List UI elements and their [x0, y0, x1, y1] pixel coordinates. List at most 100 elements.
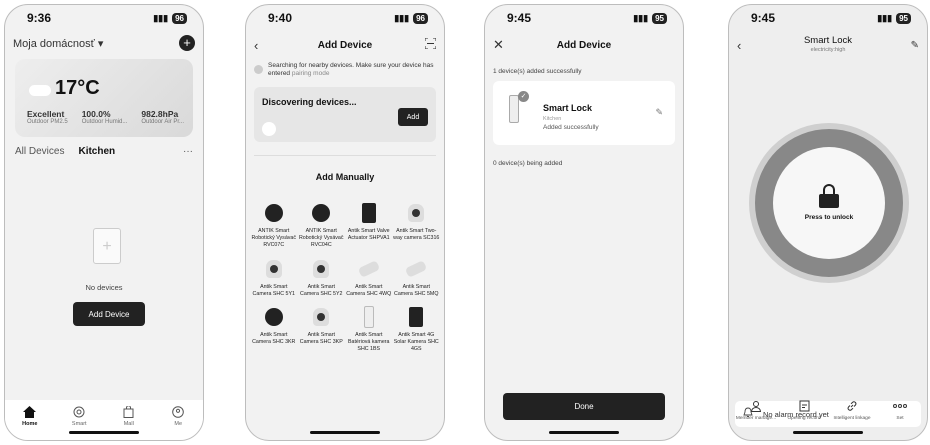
- device-type-label: ANTIK Smart Robotický Vysávač RVC07C: [251, 228, 297, 248]
- tab-kitchen[interactable]: Kitchen: [78, 146, 115, 157]
- home-indicator: [793, 431, 863, 434]
- device-type-item[interactable]: Antik Smart Camera SHC 3KR: [250, 305, 298, 353]
- home-selector[interactable]: Moja domácnosť ▾: [13, 37, 103, 50]
- opening-record-button[interactable]: Opening record: [781, 398, 827, 432]
- pairing-mode-link[interactable]: pairing mode: [292, 70, 330, 77]
- divider: [254, 155, 436, 156]
- added-device-card[interactable]: ✓ Smart Lock Kitchen Added successfully …: [493, 81, 675, 145]
- device-image-icon: [262, 305, 286, 329]
- tab-smart[interactable]: Smart: [61, 405, 97, 440]
- device-name: Smart Lock: [543, 103, 593, 113]
- signal-icon: ▮▮▮: [153, 12, 169, 23]
- link-icon: [846, 398, 858, 414]
- success-message: 1 device(s) added successfully: [493, 68, 582, 75]
- tab-label: Smart: [71, 421, 87, 427]
- device-type-item[interactable]: Antik Smart Camera SHC 5Y2: [298, 257, 346, 298]
- device-image-icon: [404, 201, 428, 225]
- status-bar: 9:45 ▮▮▮ 95: [485, 5, 683, 31]
- device-image-icon: [309, 305, 333, 329]
- close-icon[interactable]: ✕: [493, 37, 504, 53]
- device-type-label: Antik Smart Camera SHC 3KR: [252, 332, 296, 346]
- status-bar: 9:40 ▮▮▮ 96: [246, 5, 444, 31]
- status-bar: 9:45 ▮▮▮ 95: [729, 5, 927, 31]
- stat-value: 982.8hPa: [141, 109, 179, 119]
- status-time: 9:36: [27, 11, 52, 25]
- device-type-label: Antik Smart Two-way camera SC316: [393, 228, 440, 241]
- unlock-label: Press to unlock: [804, 213, 854, 221]
- device-type-item[interactable]: Antik Smart Two-way camera SC316: [393, 201, 441, 249]
- status-icons: ▮▮▮ 96: [153, 12, 187, 24]
- device-type-label: Antik Smart Batériová kamera SHC 1BS: [347, 332, 390, 353]
- edit-icon[interactable]: ✎: [655, 107, 663, 118]
- device-type-item[interactable]: Antik Smart Camera SHC 5Y1: [250, 257, 298, 298]
- scan-icon[interactable]: [424, 36, 437, 54]
- discovering-title: Discovering devices...: [262, 97, 357, 107]
- add-plus-button[interactable]: +: [179, 35, 195, 51]
- discovered-device-icon: [262, 122, 276, 136]
- device-type-item[interactable]: Antik Smart Camera SHC 3KP: [298, 305, 346, 353]
- device-status: Added successfully: [543, 124, 599, 131]
- hint-text-wrap: Searching for nearby devices. Make sure …: [268, 62, 438, 78]
- smart-lock-icon: [509, 95, 519, 123]
- home-name-label: Moja domácnosť: [13, 37, 95, 50]
- device-type-item[interactable]: ANTIK Smart Robotický Vysávač RVC07C: [250, 201, 298, 249]
- status-icons: ▮▮▮ 95: [633, 12, 667, 24]
- weather-stat-humidity: 100.0% Outdoor Humid...: [82, 109, 128, 125]
- device-grid: ANTIK Smart Robotický Vysávač RVC07C ANTI…: [250, 201, 440, 353]
- device-image-icon: [262, 257, 286, 281]
- add-manually-title: Add Manually: [315, 172, 375, 182]
- status-time: 9:45: [751, 11, 776, 25]
- tab-home[interactable]: Home: [12, 405, 48, 440]
- signal-icon: ▮▮▮: [877, 12, 893, 23]
- function-label: Member manage...: [735, 416, 777, 421]
- status-icons: ▮▮▮ 96: [394, 12, 428, 24]
- device-image-icon: [309, 201, 333, 225]
- device-type-item[interactable]: Antik Smart Camera SHC 5MQ: [393, 257, 441, 298]
- check-icon: ✓: [518, 91, 529, 102]
- tab-all-devices[interactable]: All Devices: [15, 146, 64, 157]
- back-icon[interactable]: ‹: [254, 38, 258, 53]
- home-header: Moja domácnosť ▾ +: [13, 35, 195, 51]
- function-label: Opening record: [787, 416, 821, 421]
- device-image-icon: [404, 305, 428, 329]
- more-icon[interactable]: ···: [183, 146, 193, 157]
- unlock-button[interactable]: Press to unlock: [773, 147, 885, 259]
- phone-add-device-search: 9:40 ▮▮▮ 96 ‹ Add Device Searching for n…: [245, 4, 445, 441]
- add-discovered-button[interactable]: Add: [398, 108, 428, 126]
- device-type-item[interactable]: Antik Smart Batériová kamera SHC 1BS: [345, 305, 393, 353]
- device-type-label: Antik Smart Valve Actuator SHPVA1: [347, 228, 390, 241]
- device-room: Kitchen: [543, 116, 562, 122]
- loading-icon: [254, 65, 263, 74]
- tab-me[interactable]: Me: [160, 405, 196, 440]
- tab-mall[interactable]: Mall: [111, 405, 147, 440]
- bottom-tab-bar: Home Smart Mall Me: [5, 400, 203, 440]
- add-device-button[interactable]: Add Device: [73, 302, 145, 326]
- discovery-card: Discovering devices... Add: [254, 87, 436, 142]
- status-icons: ▮▮▮ 95: [877, 12, 911, 24]
- status-time: 9:45: [507, 11, 532, 25]
- device-type-item[interactable]: Antik Smart Camera SHC 4WQ: [345, 257, 393, 298]
- done-button[interactable]: Done: [503, 393, 665, 420]
- member-management-button[interactable]: Member manage...: [733, 398, 779, 432]
- smart-icon: [72, 405, 86, 419]
- device-type-item[interactable]: Antik Smart 4G Solar Kamera SHC 4GS: [393, 305, 441, 353]
- battery-icon: 96: [413, 12, 428, 24]
- function-label: Intelligent linkage: [833, 416, 871, 421]
- weather-card: 17°C Excellent Outdoor PM2.5 100.0% Outd…: [15, 59, 193, 137]
- device-image-icon: [404, 257, 428, 281]
- settings-button[interactable]: Set: [877, 398, 923, 432]
- device-type-label: Antik Smart Camera SHC 3KP: [299, 332, 343, 346]
- device-type-label: ANTIK Smart Robotický Vysávač RVC04C: [298, 228, 344, 248]
- stat-value: 100.0%: [81, 109, 111, 119]
- phone-smart-lock: 9:45 ▮▮▮ 95 ‹ ✎ Smart Lock electricity:h…: [728, 4, 928, 441]
- intelligent-linkage-button[interactable]: Intelligent linkage: [829, 398, 875, 432]
- tab-label: Mall: [123, 421, 134, 427]
- battery-icon: 96: [172, 12, 187, 24]
- page-title: Smart Lock: [803, 35, 853, 46]
- profile-icon: [171, 405, 185, 419]
- device-type-label: Antik Smart Camera SHC 5Y1: [252, 283, 295, 297]
- device-type-item[interactable]: Antik Smart Valve Actuator SHPVA1: [345, 201, 393, 249]
- device-type-item[interactable]: ANTIK Smart Robotický Vysávač RVC04C: [298, 201, 346, 249]
- home-icon: [23, 405, 37, 419]
- stat-value: Excellent: [27, 109, 65, 119]
